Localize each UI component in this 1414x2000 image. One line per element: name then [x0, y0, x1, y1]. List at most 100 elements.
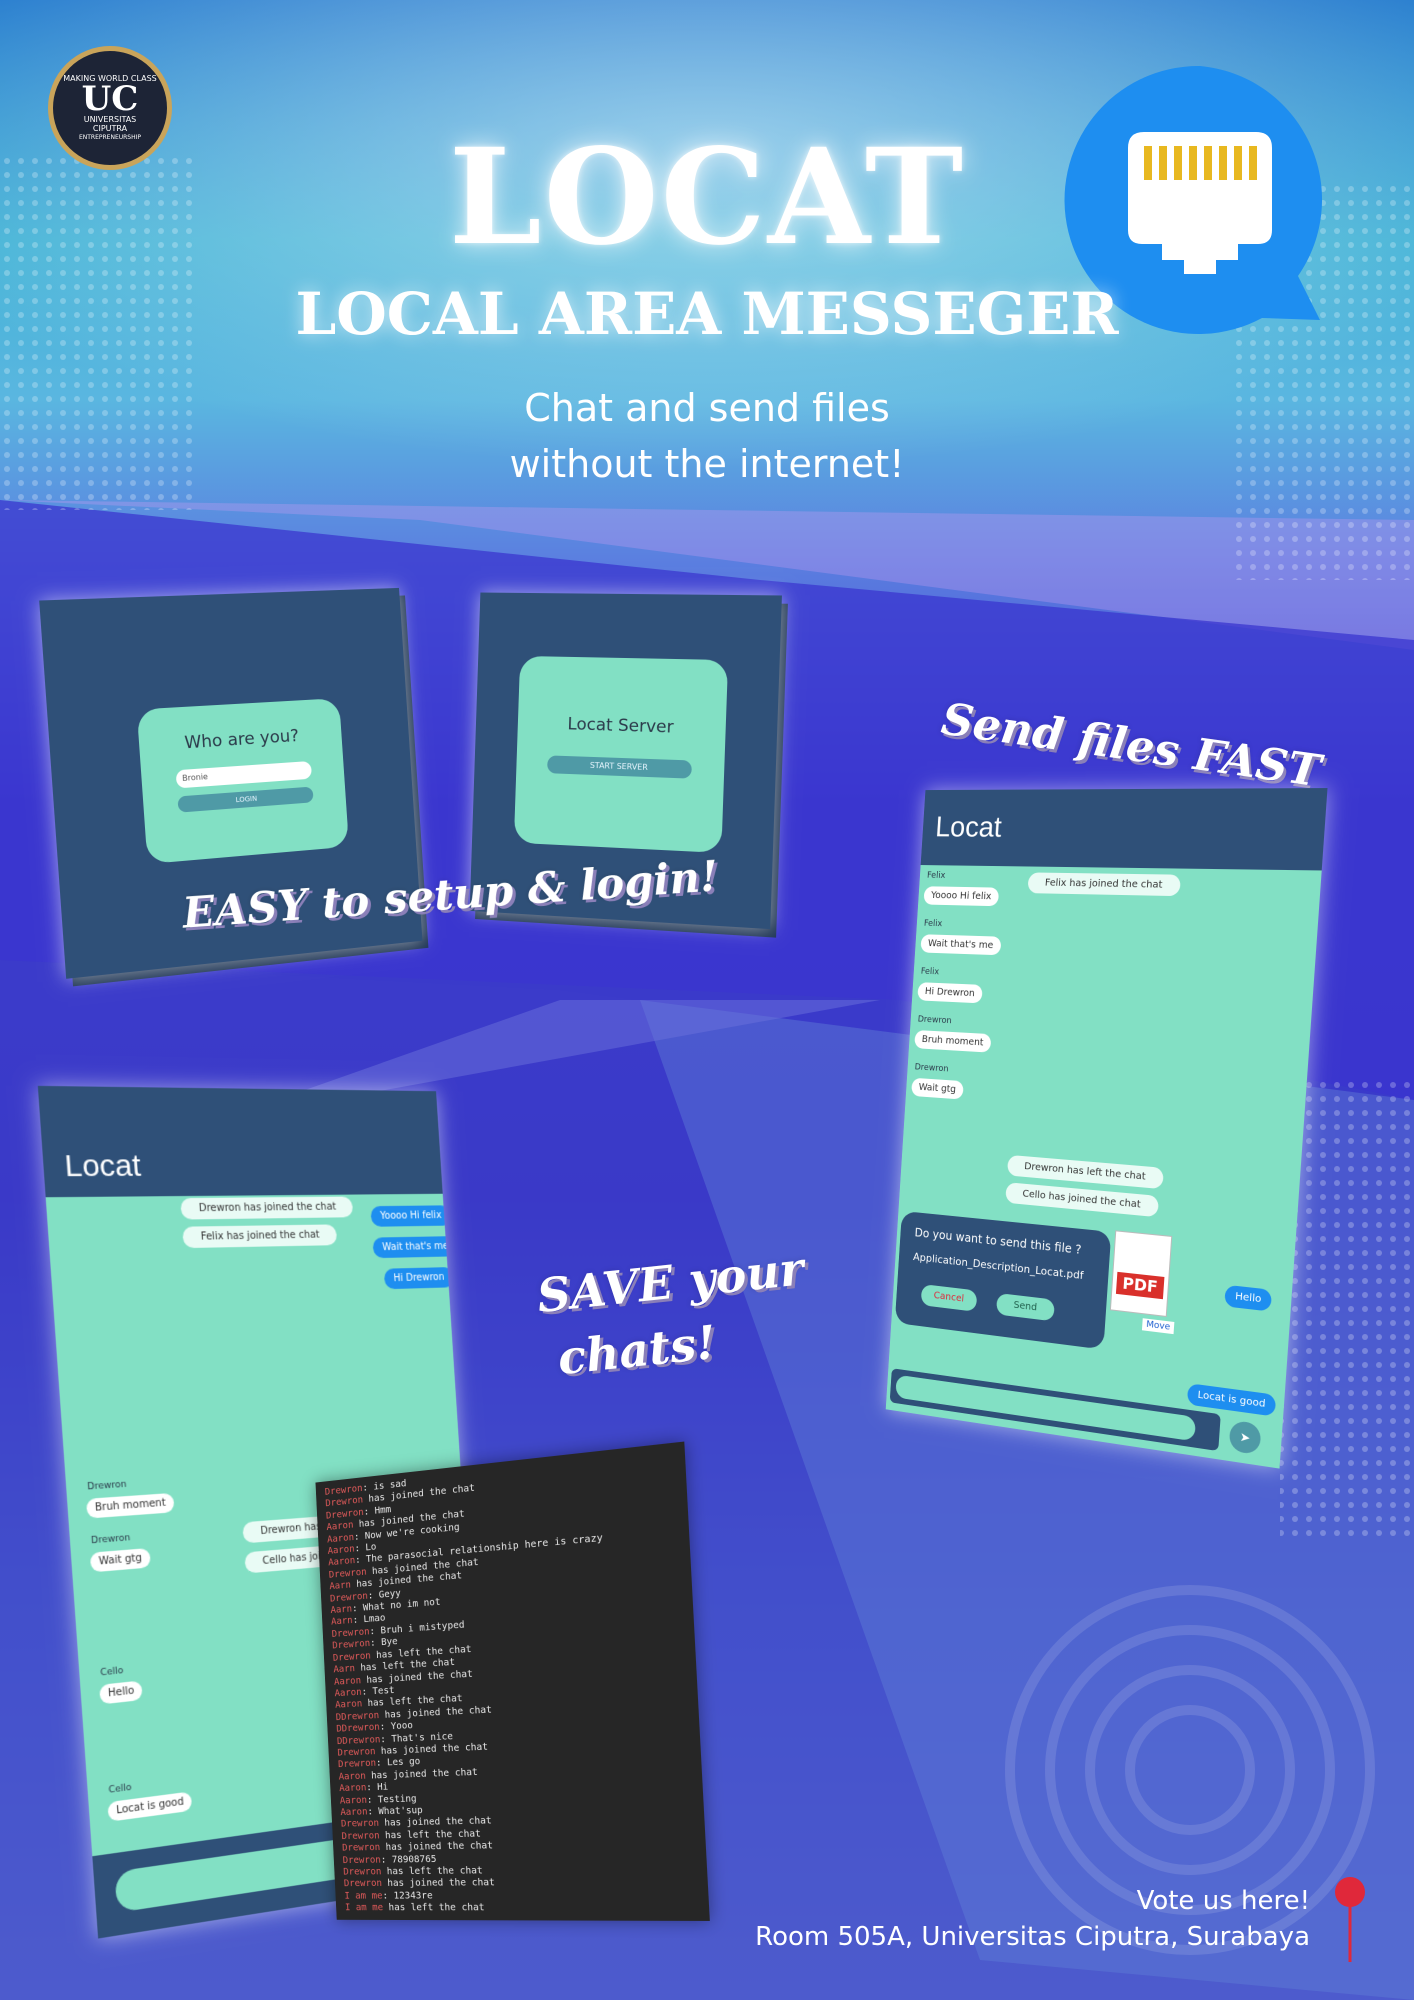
terminal-text: has joined the chat [380, 1841, 493, 1854]
terminal-user: Drewron [338, 1758, 376, 1770]
move-hint: Move [1142, 1318, 1175, 1334]
terminal-user: Aarn [329, 1580, 351, 1592]
sender-label: Drewron [87, 1480, 127, 1493]
terminal-text: : Geyy [368, 1588, 401, 1601]
server-heading: Locat Server [518, 713, 726, 739]
own-message-bubble: Wait that's me [372, 1236, 458, 1258]
login-button[interactable]: LOGIN [177, 787, 313, 813]
terminal-text: : Lmao [352, 1613, 385, 1626]
message-bubble: Wait gtg [911, 1078, 964, 1100]
send-button[interactable]: Send [996, 1293, 1055, 1321]
terminal-text: has joined the chat [382, 1878, 495, 1890]
poster: MAKING WORLD CLASS UC UNIVERSITAS CIPUTR… [0, 0, 1414, 2000]
message-bubble: Yoooo Hi felix [923, 886, 999, 906]
chat-left-header: Locat [38, 1086, 443, 1197]
terminal-user: Drewron [343, 1867, 382, 1878]
sender-label: Felix [924, 919, 943, 929]
terminal-user: Aaron [328, 1556, 355, 1569]
message-bubble: Wait gtg [90, 1548, 151, 1572]
terminal-user: Drewron [332, 1638, 370, 1651]
terminal-user: Aaron [334, 1687, 361, 1699]
logo-uc: UC [82, 83, 139, 115]
terminal-log: Drewron: is sad Drewron has joined the ch… [315, 1442, 709, 1921]
sender-label: Cello [100, 1666, 124, 1679]
start-server-button[interactable]: START SERVER [547, 755, 692, 778]
terminal-user: Aarn [331, 1616, 353, 1628]
terminal-text: : Test [361, 1685, 394, 1697]
sender-label: Felix [927, 871, 946, 881]
username-input[interactable]: Bronie [176, 761, 312, 788]
vote-text: Vote us here! [1137, 1886, 1310, 1916]
login-card: Who are you? Bronie LOGIN [137, 698, 349, 864]
dialog-question: Do you want to send this file ? [914, 1226, 1082, 1257]
chat-right-system-top: Felix has joined the chat [1027, 872, 1181, 896]
tagline-line1: Chat and send files [0, 380, 1414, 436]
sender-label: Drewron [917, 1015, 951, 1026]
tagline-line2: without the internet! [0, 436, 1414, 492]
terminal-user: DDrewron [336, 1710, 380, 1723]
page-title: LOCAT [0, 120, 1414, 275]
terminal-text: has left the chat [381, 1865, 483, 1877]
terminal-text: : 12343re [382, 1890, 433, 1901]
terminal-text: : Lo [354, 1542, 376, 1555]
terminal-user: Aaron [327, 1532, 354, 1545]
terminal-user: Drewron [341, 1818, 380, 1829]
terminal-text: : Testing [367, 1793, 417, 1805]
chat-window-right: Locat Felix has joined the chat Felix Yo… [886, 788, 1328, 1469]
terminal-user: Aarn [330, 1604, 352, 1616]
terminal-user: Aaron [335, 1699, 362, 1711]
page-subtitle: LOCAL AREA MESSEGER [0, 280, 1414, 348]
terminal-text: : What'sup [367, 1805, 423, 1817]
message-bubble: Wait that's me [920, 934, 1001, 955]
terminal-text: : Yooo [379, 1720, 413, 1732]
cancel-button[interactable]: Cancel [921, 1284, 978, 1312]
pdf-file-icon[interactable]: PDF [1110, 1230, 1172, 1317]
pdf-label: PDF [1116, 1272, 1165, 1299]
message-bubble: Bruh moment [86, 1493, 174, 1519]
chat-left-system: Drewron has joined the chat [180, 1197, 354, 1220]
terminal-line: I am me has left the chat [345, 1902, 699, 1915]
terminal-text: has left the chat [379, 1828, 481, 1841]
login-heading: Who are you? [139, 724, 342, 757]
terminal-text: has left the chat [383, 1903, 485, 1914]
chat-left-system: Felix has joined the chat [182, 1224, 337, 1248]
terminal-user: I am me [344, 1891, 383, 1902]
terminal-user: DDrewron [336, 1722, 380, 1735]
terminal-line: I am me: 12343re [344, 1889, 698, 1902]
terminal-user: Aaron [339, 1783, 367, 1794]
sender-label: Drewron [914, 1063, 948, 1075]
terminal-user: Drewron [342, 1842, 381, 1853]
server-card: Locat Server START SERVER [514, 656, 728, 853]
terminal-user: Drewron [337, 1746, 375, 1758]
message-bubble: Hello [99, 1680, 143, 1704]
own-message-bubble: Hello [1224, 1285, 1272, 1312]
message-bubble: Locat is good [107, 1791, 192, 1821]
sender-label: Drewron [91, 1533, 131, 1546]
message-bubble: Bruh moment [914, 1030, 991, 1053]
sender-label: Felix [921, 967, 940, 977]
terminal-text: : 78908765 [381, 1854, 437, 1865]
terminal-text: has joined the chat [379, 1816, 492, 1829]
terminal-user: Aaron [327, 1544, 354, 1557]
terminal-text: : Les go [376, 1757, 421, 1769]
location-text: Room 505A, Universitas Ciputra, Surabaya [755, 1922, 1310, 1952]
sender-label: Cello [108, 1783, 132, 1796]
terminal-user: Drewron [332, 1626, 370, 1639]
terminal-text: : Hi [366, 1782, 388, 1793]
chat-right-system: Cello has joined the chat [1005, 1182, 1159, 1217]
terminal-user: Drewron [333, 1650, 371, 1663]
terminal-user: Drewron [344, 1879, 383, 1890]
terminal-user: DDrewron [337, 1734, 381, 1746]
terminal-user: Aaron [338, 1771, 366, 1783]
terminal-user: Aarn [333, 1663, 355, 1675]
dialog-filename: Application_Description_Locat.pdf [913, 1250, 1084, 1282]
map-pin-icon [1330, 1874, 1370, 1964]
message-bubble: Hi Drewron [917, 982, 982, 1003]
terminal-user: Aaron [340, 1795, 368, 1806]
terminal-user: Aaron [326, 1520, 353, 1533]
send-arrow-icon[interactable]: ➤ [1229, 1420, 1262, 1455]
own-message-bubble: Yoooo Hi felix [370, 1205, 451, 1226]
tagline: Chat and send files without the internet… [0, 380, 1414, 492]
terminal-user: Aaron [334, 1675, 361, 1687]
terminal-user: I am me [345, 1903, 384, 1914]
